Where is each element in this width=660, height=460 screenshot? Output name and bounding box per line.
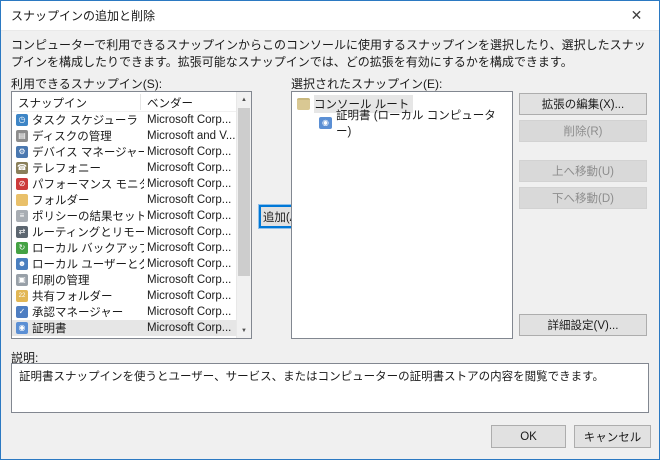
dialog-description-text: コンピューターで利用できるスナップインからこのコンソールに使用するスナップインを… [11,38,646,70]
print-management-icon: ▣ [16,274,28,286]
task-scheduler-icon: ◷ [16,114,28,126]
ok-button[interactable]: OK [491,425,566,448]
local-backup-icon: ↻ [16,242,28,254]
folder-icon [16,194,28,206]
snapin-row[interactable]: ▣ 印刷の管理 Microsoft Corp... [12,272,236,288]
local-users-groups-icon: ☻ [16,258,28,270]
snapin-row[interactable]: ☎ テレフォニー Microsoft Corp... [12,160,236,176]
column-header-vendor[interactable]: ベンダー [147,95,193,111]
snapin-row[interactable]: ◷ タスク スケジューラ Microsoft Corp... [12,112,236,128]
snapin-row[interactable]: ⊘ パフォーマンス モニター Microsoft Corp... [12,176,236,192]
snapin-rows: ◷ タスク スケジューラ Microsoft Corp... ▤ ディスクの管理… [12,112,236,338]
add-remove-snapins-dialog: スナップインの追加と削除 ✕ コンピューターで利用できるスナップインからこのコン… [0,0,660,460]
scroll-down-icon[interactable]: ▼ [237,323,251,338]
scrollbar-thumb[interactable] [238,108,250,276]
description-box: 証明書スナップインを使うとユーザー、サービス、またはコンピューターの証明書ストア… [11,363,649,413]
snapin-row[interactable]: ↻ ローカル バックアップ Microsoft Corp... [12,240,236,256]
shared-folder-icon: 22 [16,290,28,302]
available-snapins-list[interactable]: スナップイン ベンダー ◷ タスク スケジューラ Microsoft Corp.… [11,91,252,339]
policy-results-icon: ≡ [16,210,28,222]
remove-button: 削除(R) [519,120,647,142]
snapin-row[interactable]: ⚙ デバイス マネージャー Microsoft Corp... [12,144,236,160]
snapin-row[interactable]: 22 共有フォルダー Microsoft Corp... [12,288,236,304]
snapin-row[interactable]: ▤ ディスクの管理 Microsoft and V... [12,128,236,144]
column-divider [140,94,141,110]
move-down-button: 下へ移動(D) [519,187,647,209]
disk-management-icon: ▤ [16,130,28,142]
edit-extensions-button[interactable]: 拡張の編集(X)... [519,93,647,115]
snapin-row[interactable]: ⇄ ルーティングとリモート アクセス Microsoft Corp... [12,224,236,240]
routing-remote-access-icon: ⇄ [16,226,28,238]
list-scrollbar[interactable]: ▲ ▼ [236,92,251,338]
device-manager-icon: ⚙ [16,146,28,158]
performance-monitor-icon: ⊘ [16,178,28,190]
snapin-row[interactable]: ☻ ローカル ユーザーとグループ Microsoft Corp... [12,256,236,272]
snapin-row[interactable]: ≡ ポリシーの結果セット Microsoft Corp... [12,208,236,224]
certificates-label: 証明書 (ローカル コンピューター) [336,110,496,138]
cancel-button[interactable]: キャンセル [574,425,651,448]
scroll-up-icon[interactable]: ▲ [237,92,251,107]
dialog-title: スナップインの追加と削除 [11,9,156,23]
authorization-manager-icon: ✓ [16,306,28,318]
snapin-row[interactable]: ✓ 承認マネージャー Microsoft Corp... [12,304,236,320]
available-snapins-label: 利用できるスナップイン(S): [11,77,163,91]
snapin-row[interactable]: フォルダー Microsoft Corp... [12,192,236,208]
close-icon[interactable]: ✕ [614,1,659,30]
move-up-button: 上へ移動(U) [519,160,647,182]
telephony-icon: ☎ [16,162,28,174]
certificates-icon: ◉ [16,322,28,334]
column-header-snapin[interactable]: スナップイン [18,95,87,111]
titlebar: スナップインの追加と削除 ✕ [1,1,659,31]
advanced-button[interactable]: 詳細設定(V)... [519,314,647,336]
tree-item-certificates[interactable]: ◉ 証明書 (ローカル コンピューター) [314,110,512,138]
console-root-folder-icon [297,98,310,110]
selected-snapins-tree[interactable]: コンソール ルート ◉ 証明書 (ローカル コンピューター) [291,91,513,339]
certificates-icon: ◉ [319,117,332,129]
snapin-row[interactable]: ◉ 証明書 Microsoft Corp... [12,320,236,336]
selected-snapins-label: 選択されたスナップイン(E): [291,77,443,91]
list-header: スナップイン ベンダー [12,92,236,112]
